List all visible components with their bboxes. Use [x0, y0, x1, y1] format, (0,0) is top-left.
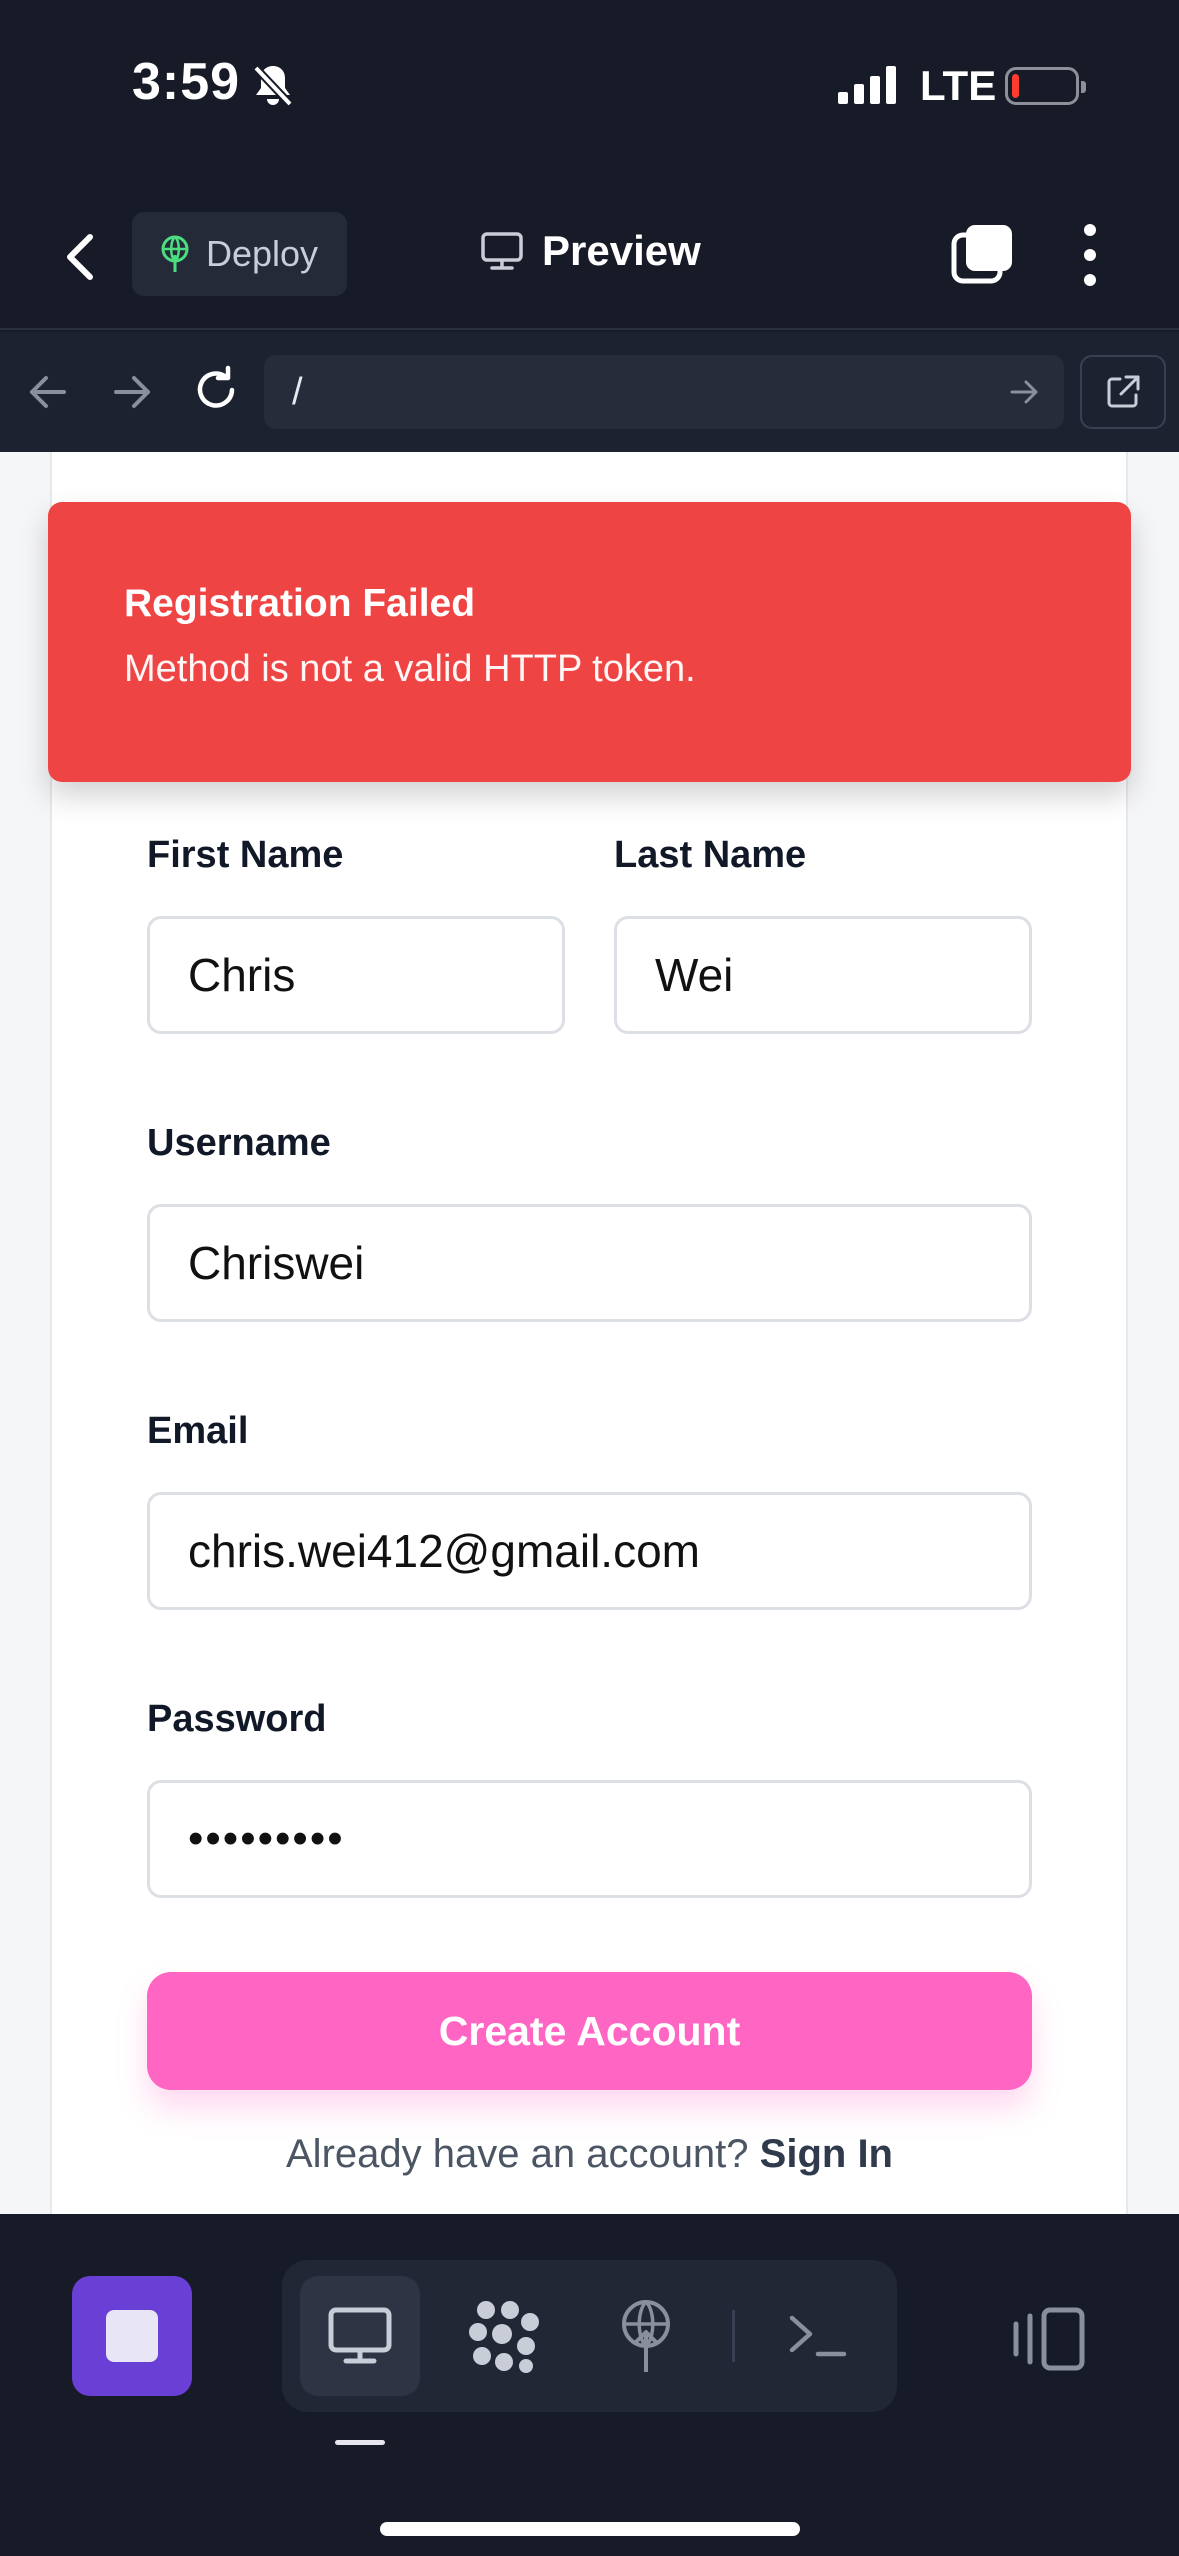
go-arrow-icon[interactable]	[1004, 372, 1044, 412]
stop-icon	[106, 2310, 158, 2362]
first-name-field[interactable]	[147, 916, 565, 1034]
create-account-button[interactable]: Create Account	[147, 1972, 1032, 2090]
battery-icon	[1005, 67, 1086, 105]
url-input[interactable]: /	[264, 355, 1064, 429]
username-field[interactable]	[147, 1204, 1032, 1322]
last-name-field[interactable]	[614, 916, 1032, 1034]
deploy-icon	[622, 2300, 670, 2372]
deploy-label: Deploy	[206, 233, 319, 274]
password-dots: •••••••••	[188, 1814, 345, 1863]
alert-title: Registration Failed	[124, 582, 476, 625]
last-name-label: Last Name	[614, 834, 807, 876]
deploy-tool-button[interactable]	[586, 2276, 706, 2396]
email-label: Email	[147, 1410, 249, 1452]
tool-group	[282, 2260, 897, 2412]
packages-tool-button[interactable]	[444, 2276, 564, 2396]
network-type: LTE	[920, 62, 997, 109]
deploy-icon	[161, 235, 189, 272]
tabs-icon[interactable]	[950, 223, 1014, 287]
more-vertical-icon[interactable]	[1070, 220, 1110, 290]
email-field[interactable]	[147, 1492, 1032, 1610]
active-tab-indicator	[335, 2440, 385, 2445]
status-time: 3:59	[132, 53, 241, 111]
terminal-icon	[789, 2315, 847, 2357]
preview-tool-button[interactable]	[300, 2276, 420, 2396]
page-title: Preview	[480, 227, 701, 275]
reload-icon[interactable]	[186, 362, 246, 422]
arrow-left-icon[interactable]	[18, 362, 78, 422]
url-text: /	[292, 370, 303, 413]
toolbar-divider	[732, 2310, 735, 2362]
alert-message: Method is not a valid HTTP token.	[124, 648, 696, 690]
status-bar: 3:59 LTE	[0, 0, 1179, 175]
terminal-tool-button[interactable]	[758, 2276, 878, 2396]
bottom-toolbar	[0, 2214, 1179, 2556]
signal-icon	[838, 66, 896, 104]
packages-icon	[469, 2301, 539, 2373]
preview-label: Preview	[542, 227, 701, 274]
url-bar: /	[0, 332, 1179, 452]
external-link-icon	[1107, 375, 1140, 408]
monitor-icon	[328, 2307, 392, 2364]
stop-button[interactable]	[72, 2276, 192, 2396]
open-external-button[interactable]	[1080, 355, 1166, 429]
username-label: Username	[147, 1122, 331, 1164]
home-indicator	[380, 2522, 800, 2536]
signin-prompt: Already have an account?	[286, 2132, 749, 2176]
preview-page: Registration Failed Method is not a vali…	[0, 452, 1179, 2214]
error-alert: Registration Failed Method is not a vali…	[48, 502, 1131, 782]
monitor-icon	[481, 232, 523, 270]
deploy-button[interactable]: Deploy	[132, 212, 347, 296]
app-header: Deploy Preview	[0, 175, 1179, 330]
arrow-right-icon[interactable]	[102, 362, 162, 422]
signin-row: Already have an account? Sign In	[0, 2132, 1179, 2177]
panel-icon[interactable]	[1008, 2304, 1088, 2374]
chevron-left-icon[interactable]	[56, 227, 106, 287]
signin-link[interactable]: Sign In	[760, 2132, 893, 2176]
password-field[interactable]: •••••••••	[147, 1780, 1032, 1898]
password-label: Password	[147, 1698, 327, 1740]
bell-off-icon	[253, 65, 293, 107]
first-name-label: First Name	[147, 834, 344, 876]
